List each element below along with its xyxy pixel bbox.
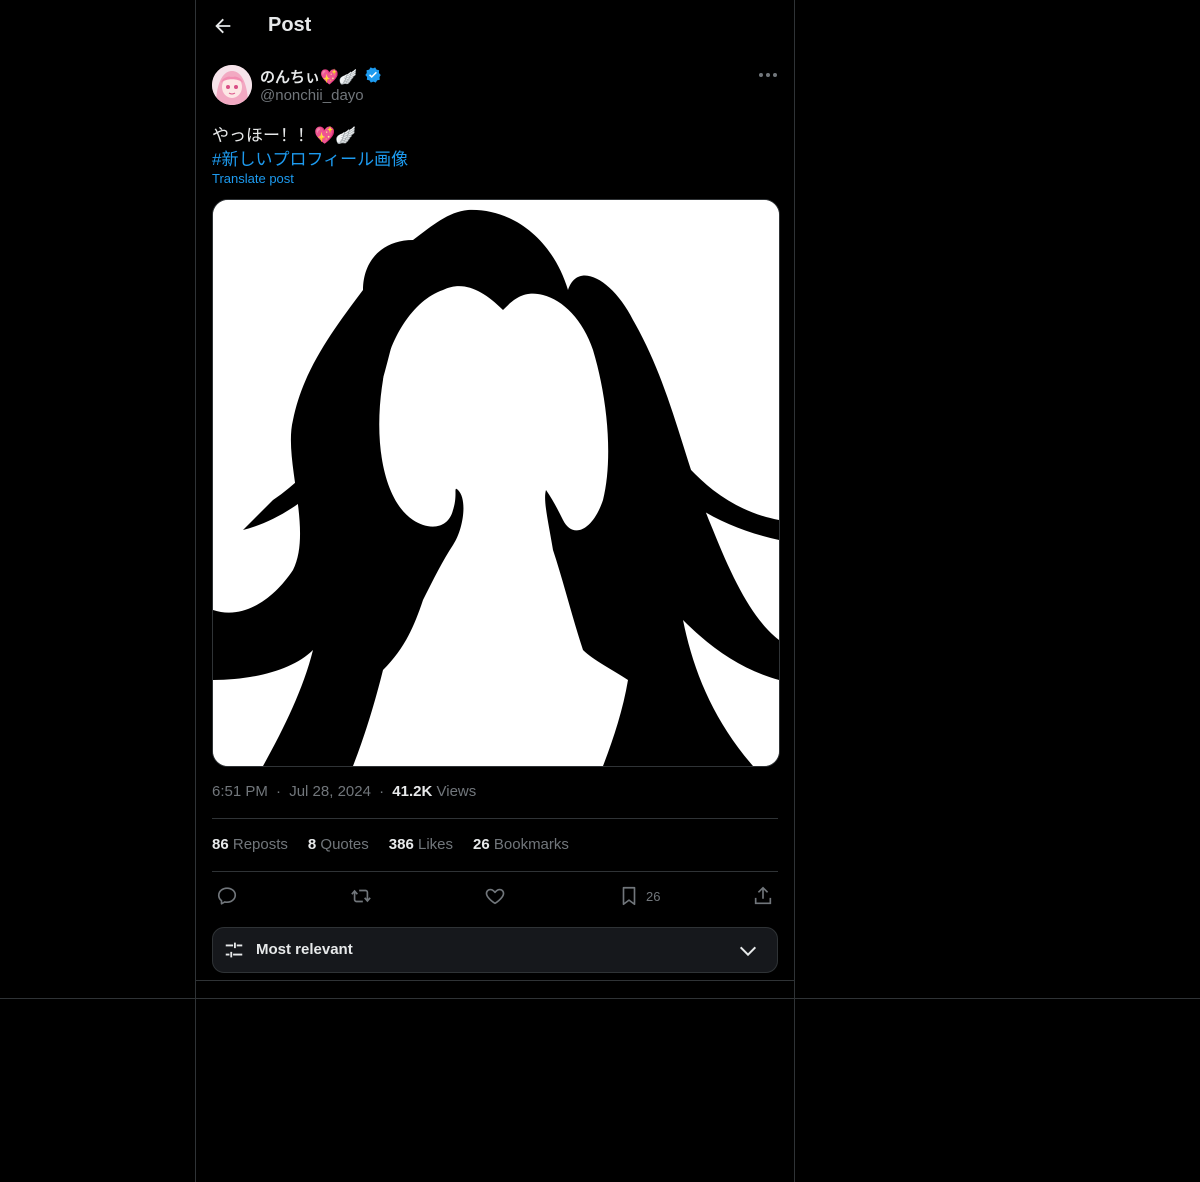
sort-label: Most relevant xyxy=(256,941,353,958)
author-handle[interactable]: @nonchii_dayo xyxy=(260,87,364,104)
likes-label: Likes xyxy=(417,836,454,853)
meta-separator: · xyxy=(379,783,385,800)
silhouette-image xyxy=(213,200,779,766)
translate-post-link[interactable]: Translate post xyxy=(212,171,294,186)
post-text: やっほー！！💖🪽 xyxy=(212,126,357,145)
post-date[interactable]: Jul 28, 2024 xyxy=(289,783,371,800)
author-name[interactable]: のんちぃ💖🪽 xyxy=(260,66,357,87)
page-title: Post xyxy=(268,14,312,36)
verified-badge-icon xyxy=(365,67,381,83)
bookmarks-label: Bookmarks xyxy=(493,836,569,853)
header: Post xyxy=(196,0,794,54)
repost-button[interactable] xyxy=(350,884,372,908)
page-divider xyxy=(0,998,1200,999)
post-image[interactable] xyxy=(212,199,780,767)
reply-icon xyxy=(217,887,237,905)
right-column-border xyxy=(794,0,795,1182)
share-icon xyxy=(754,886,772,905)
post-column: Post のんちぃ💖🪽 @nonchii_dayo やっほー！！💖🪽 #新しいプ… xyxy=(196,0,794,981)
likes-stat[interactable]: 386 Likes xyxy=(389,836,453,853)
reposts-count: 86 xyxy=(212,836,229,853)
reply-button[interactable] xyxy=(216,884,238,908)
share-button[interactable] xyxy=(752,884,774,908)
sliders-icon xyxy=(225,942,243,958)
reposts-label: Reposts xyxy=(232,836,288,853)
meta-separator: · xyxy=(276,783,282,800)
bookmark-icon xyxy=(622,886,636,906)
quotes-stat[interactable]: 8 Quotes xyxy=(308,836,369,853)
likes-count: 386 xyxy=(388,836,414,853)
bookmarks-count: 26 xyxy=(473,836,490,853)
column-bottom-border xyxy=(196,980,794,981)
bookmark-button[interactable]: 26 xyxy=(618,884,660,908)
bookmark-count: 26 xyxy=(646,888,661,904)
divider xyxy=(212,818,778,819)
more-options-icon[interactable] xyxy=(756,65,780,85)
bookmarks-stat[interactable]: 26 Bookmarks xyxy=(473,836,569,853)
post-time[interactable]: 6:51 PM xyxy=(212,783,268,800)
author-display-name: のんちぃ xyxy=(260,69,321,86)
reposts-stat[interactable]: 86 Reposts xyxy=(212,836,288,853)
avatar[interactable] xyxy=(212,65,252,105)
hashtag-link[interactable]: #新しいプロフィール画像 xyxy=(212,145,408,170)
post-stats: 86 Reposts 8 Quotes 386 Likes 26 Bookmar… xyxy=(212,836,569,853)
repost-icon xyxy=(351,889,371,903)
quotes-label: Quotes xyxy=(320,836,369,853)
divider xyxy=(212,871,778,872)
back-arrow-icon[interactable] xyxy=(212,15,234,37)
views-count: 41.2K xyxy=(392,783,433,800)
sort-replies-dropdown[interactable]: Most relevant xyxy=(212,927,778,973)
like-button[interactable] xyxy=(484,884,506,908)
author-name-emojis: 💖🪽 xyxy=(320,69,358,86)
post-meta: 6:51 PM · Jul 28, 2024 · 41.2K Views xyxy=(212,783,476,800)
heart-icon xyxy=(485,888,505,905)
chevron-down-icon xyxy=(739,946,757,957)
views-label: Views xyxy=(436,783,477,800)
quotes-count: 8 xyxy=(307,836,317,853)
